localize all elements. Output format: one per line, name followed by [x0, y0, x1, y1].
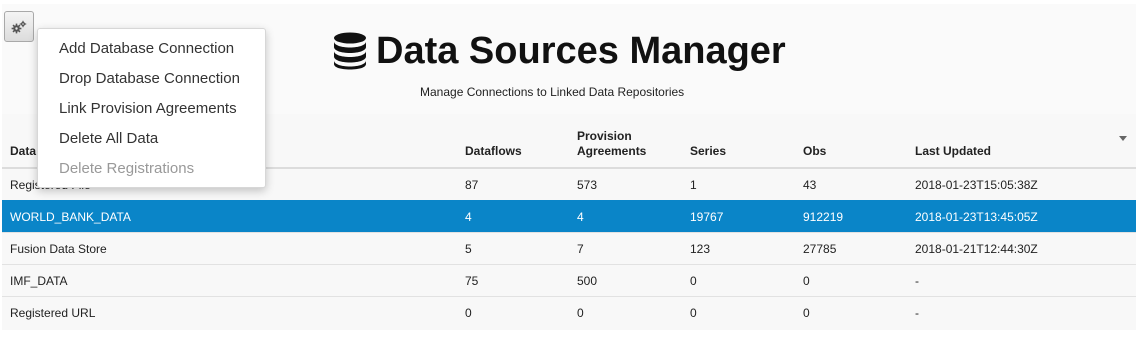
menu-item-drop-database-connection[interactable]: Drop Database Connection [38, 64, 265, 94]
cell-updated: - [907, 296, 1136, 328]
menu-item-add-database-connection[interactable]: Add Database Connection [38, 34, 265, 64]
cell-dataflows: 75 [457, 264, 569, 297]
cell-series: 0 [682, 264, 795, 297]
column-header-last-updated[interactable]: Last Updated [907, 126, 1136, 169]
cell-series: 1 [682, 167, 795, 201]
table-row[interactable]: IMF_DATA 75 500 0 0 - [2, 264, 1136, 297]
cell-obs: 27785 [795, 232, 907, 265]
menu-item-link-provision-agreements[interactable]: Link Provision Agreements [38, 94, 265, 124]
cell-provision: 7 [569, 232, 682, 265]
gears-icon [11, 20, 27, 33]
table-row[interactable]: Registered URL 0 0 0 0 - [2, 296, 1136, 328]
cell-updated: - [907, 264, 1136, 297]
caret-down-icon[interactable] [1119, 136, 1127, 141]
cell-updated: 2018-01-23T13:45:05Z [907, 200, 1136, 233]
provision-header-line1: Provision [577, 129, 632, 143]
cell-name: IMF_DATA [2, 264, 457, 297]
database-icon [334, 32, 366, 70]
cell-provision: 0 [569, 296, 682, 328]
cell-obs: 0 [795, 264, 907, 297]
cell-provision: 573 [569, 167, 682, 201]
cell-name: Registered URL [2, 296, 457, 328]
cell-name: WORLD_BANK_DATA [2, 200, 457, 233]
cell-provision: 500 [569, 264, 682, 297]
settings-menu-button[interactable] [4, 11, 34, 42]
column-header-series[interactable]: Series [682, 126, 795, 169]
cell-obs: 912219 [795, 200, 907, 233]
settings-dropdown-menu: Add Database Connection Drop Database Co… [37, 28, 266, 188]
cell-obs: 43 [795, 167, 907, 201]
cell-series: 0 [682, 296, 795, 328]
menu-item-delete-all-data[interactable]: Delete All Data [38, 124, 265, 154]
cell-provision: 4 [569, 200, 682, 233]
page-title: Data Sources Manager [332, 26, 786, 76]
cell-obs: 0 [795, 296, 907, 328]
cell-dataflows: 5 [457, 232, 569, 265]
cell-dataflows: 87 [457, 167, 569, 201]
cell-updated: 2018-01-21T12:44:30Z [907, 232, 1136, 265]
menu-item-delete-registrations: Delete Registrations [59, 160, 195, 177]
page-subtitle: Manage Connections to Linked Data Reposi… [420, 85, 685, 99]
column-header-dataflows[interactable]: Dataflows [457, 126, 569, 169]
table-row-selected[interactable]: WORLD_BANK_DATA 4 4 19767 912219 2018-01… [2, 200, 1136, 233]
cell-name: Fusion Data Store [2, 232, 457, 265]
cell-dataflows: 0 [457, 296, 569, 328]
provision-header-line2: Agreements [577, 144, 647, 158]
table-row[interactable]: Fusion Data Store 5 7 123 27785 2018-01-… [2, 232, 1136, 265]
column-header-obs[interactable]: Obs [795, 126, 907, 169]
page-title-text: Data Sources Manager [376, 29, 786, 72]
cell-updated: 2018-01-23T15:05:38Z [907, 167, 1136, 201]
cell-dataflows: 4 [457, 200, 569, 233]
cell-series: 19767 [682, 200, 795, 233]
cell-series: 123 [682, 232, 795, 265]
column-header-provision-agreements[interactable]: Provision Agreements [569, 126, 682, 169]
